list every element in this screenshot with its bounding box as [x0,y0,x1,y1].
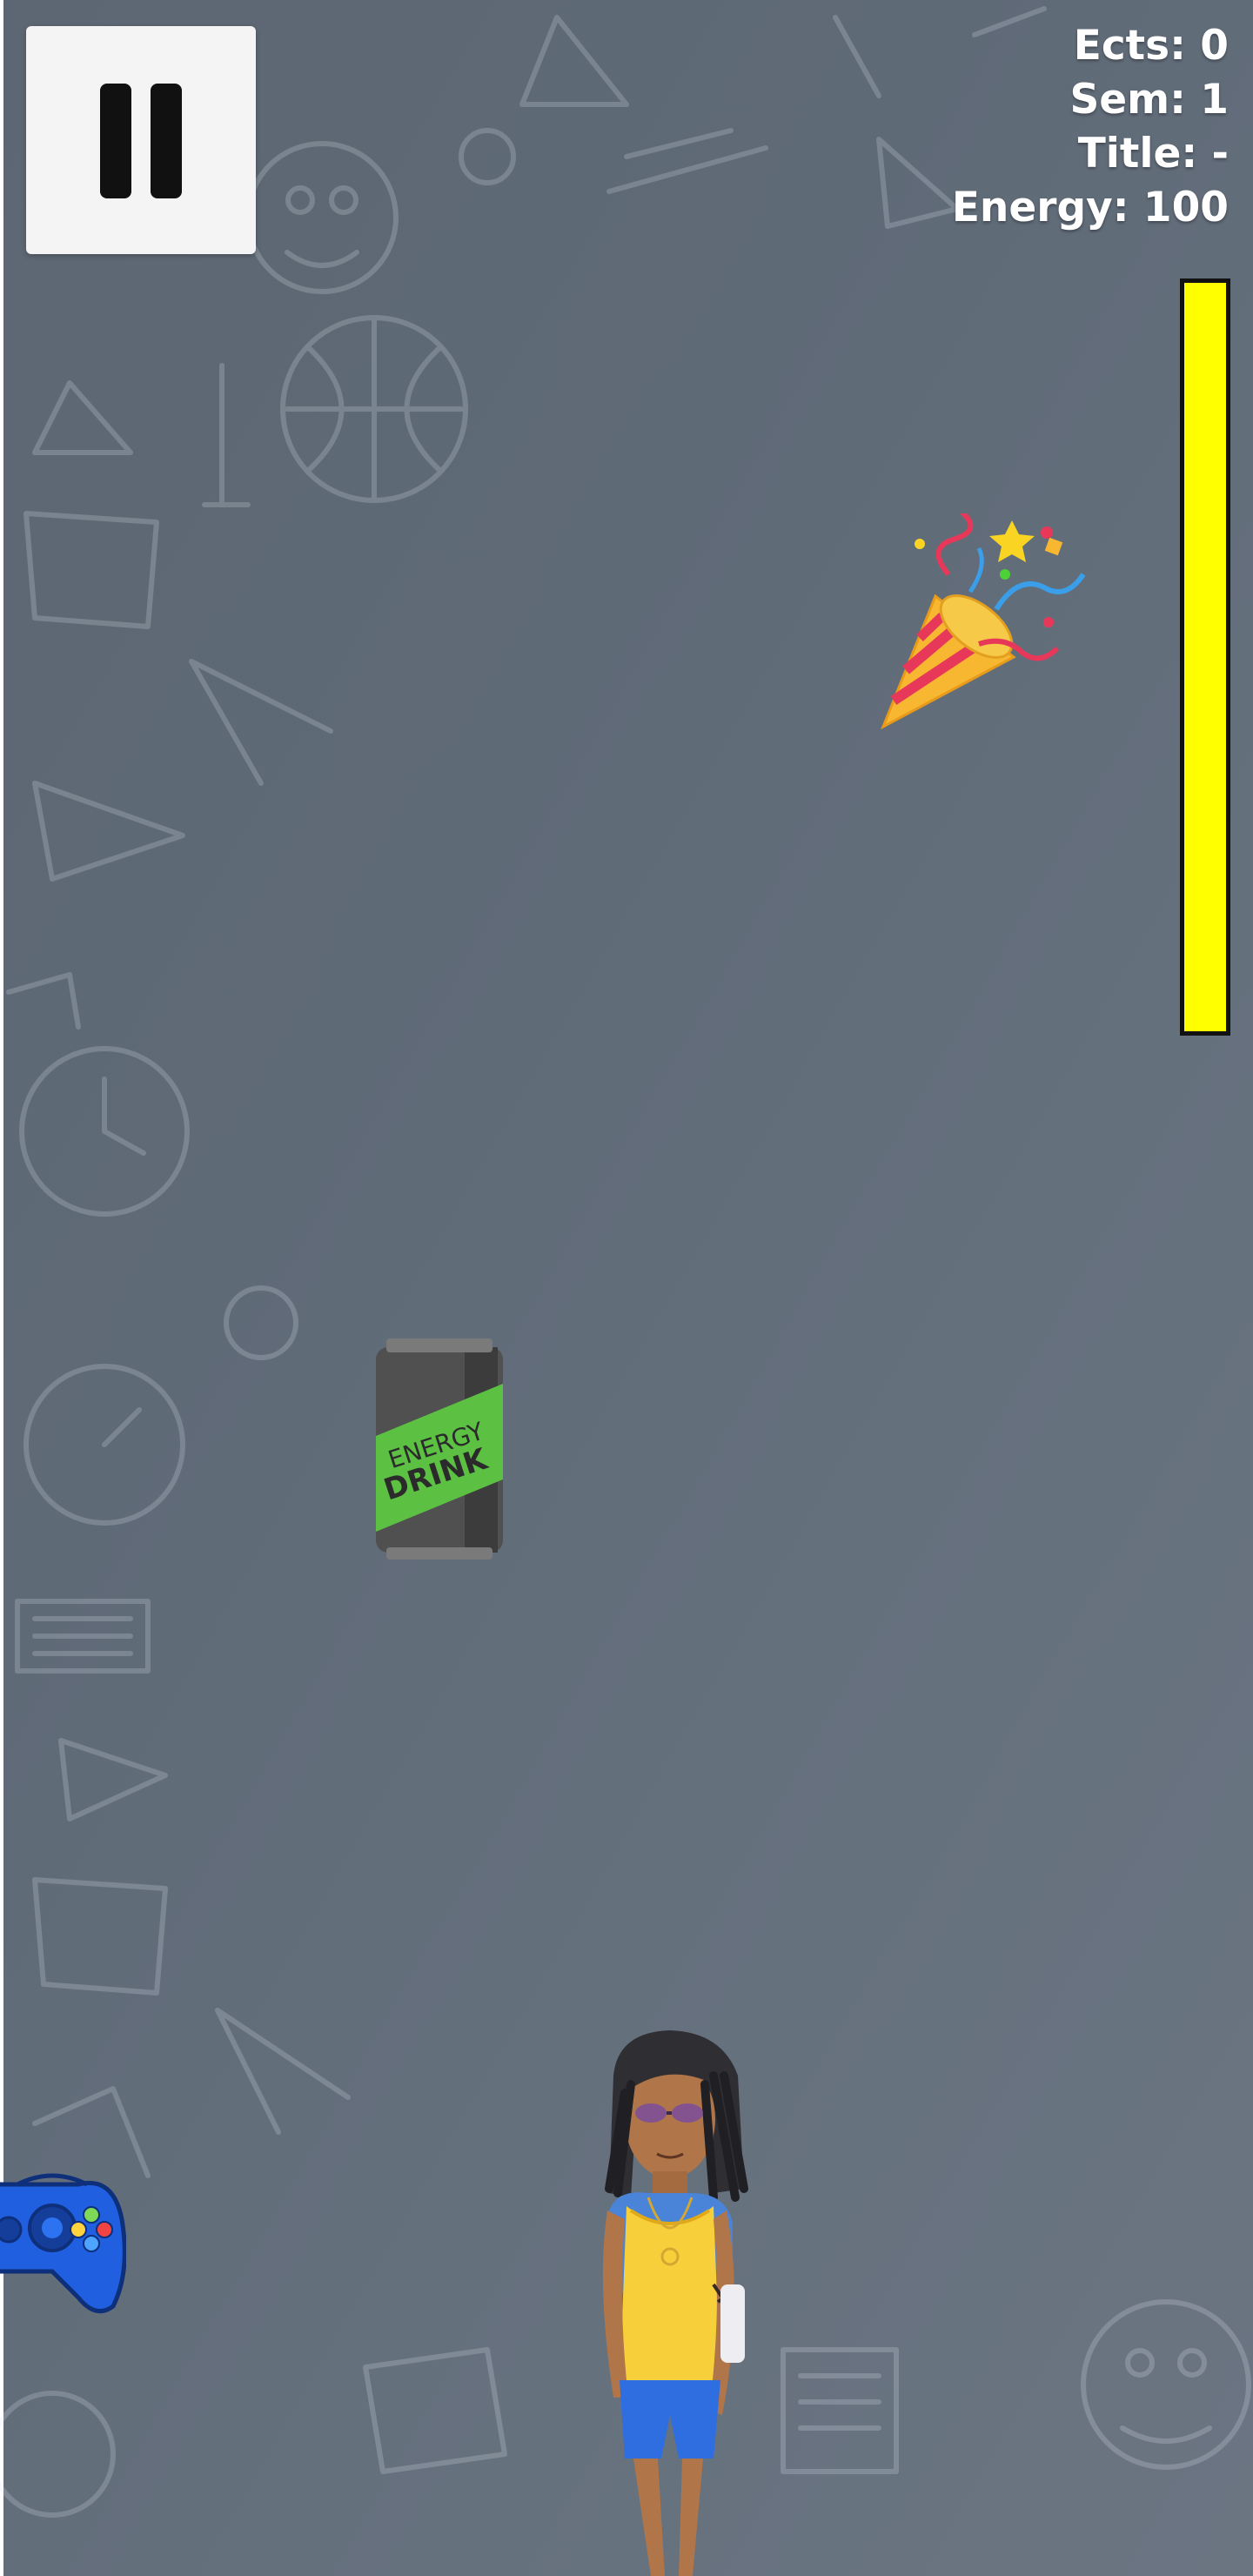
semester-counter: Sem: 1 [1069,76,1229,124]
energy-bar-fill [1184,283,1226,1031]
energy-counter: Energy: 100 [951,184,1229,231]
pause-button[interactable] [26,26,256,254]
energy-drink-can-icon[interactable]: ENERGY DRINK [369,1332,508,1566]
game-canvas[interactable]: Ects: 0 Sem: 1 Title: - Energy: 100 ENER… [0,0,1253,2576]
gamepad-icon[interactable] [0,2167,126,2315]
ects-counter: Ects: 0 [1073,22,1229,70]
pause-icon [100,84,131,198]
hud-stats: Ects: 0 Sem: 1 Title: - Energy: 100 [952,19,1229,235]
title-indicator: Title: - [1077,130,1229,178]
student-character-icon [602,2030,748,2576]
party-popper-icon[interactable] [874,513,1088,731]
energy-bar [1180,278,1230,1036]
pause-icon [151,84,182,198]
